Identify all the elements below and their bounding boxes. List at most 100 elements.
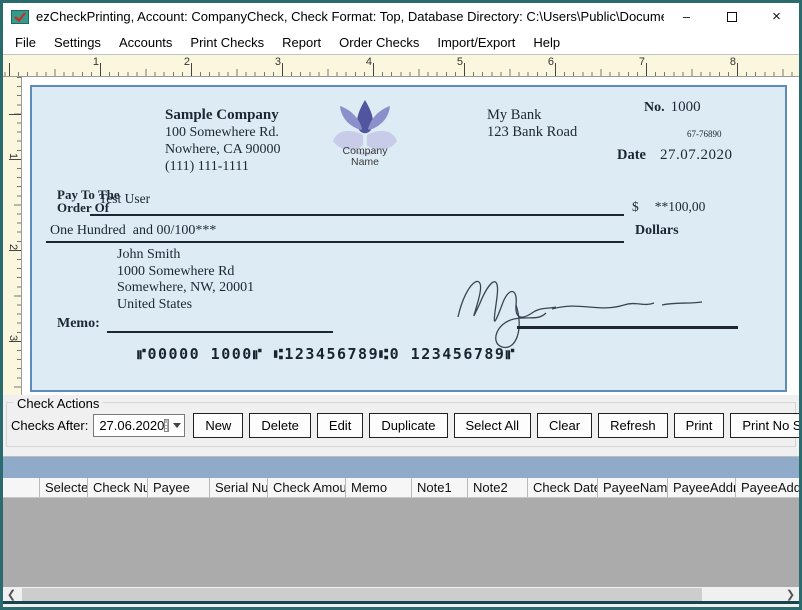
action-button[interactable]: Print — [674, 413, 725, 438]
menu-item[interactable]: File — [6, 32, 45, 53]
bank-address: 123 Bank Road — [487, 124, 577, 141]
company-address1: 100 Somewhere Rd. — [165, 124, 281, 141]
grid-top-band — [3, 456, 799, 478]
grid-column-header[interactable]: Check Amount — [268, 478, 346, 497]
menu-item[interactable]: Report — [273, 32, 330, 53]
action-button[interactable]: New — [193, 413, 243, 438]
menu-item[interactable]: Settings — [45, 32, 110, 53]
scroll-right-icon[interactable]: ❯ — [782, 586, 799, 603]
grid-column-header[interactable]: Note1 — [412, 478, 468, 497]
calendar-icon[interactable] — [164, 419, 169, 432]
company-address2: Nowhere, CA 90000 — [165, 141, 281, 158]
action-buttons: NewDeleteEditDuplicate Select AllClearRef… — [193, 413, 802, 438]
ruler-number: 2 — [5, 240, 19, 254]
check-number-label: No. — [644, 100, 665, 116]
grid-column-header[interactable]: Note2 — [468, 478, 528, 497]
chevron-down-icon[interactable] — [173, 423, 181, 428]
minimize-icon[interactable]: – — [664, 3, 709, 30]
ruler-number: 7 — [629, 56, 645, 68]
bank-name: My Bank — [487, 107, 577, 124]
ruler-number: 3 — [265, 56, 281, 68]
micr-line: ⑈00000 1000⑈ ⑆123456789⑆0 123456789⑈ — [137, 345, 516, 363]
check-preview: Sample Company 100 Somewhere Rd. Nowhere… — [30, 85, 787, 392]
menu-item[interactable]: Accounts — [110, 32, 181, 53]
checks-after-value: 27.06.2020 — [99, 418, 164, 433]
grid-body-empty[interactable] — [3, 498, 799, 587]
app-window: ezCheckPrinting, Account: CompanyCheck, … — [0, 0, 802, 610]
ruler-number: 3 — [5, 331, 19, 345]
ruler-number: 2 — [174, 56, 190, 68]
date-value: 27.07.2020 — [660, 147, 733, 164]
check-number-value: 1000 — [671, 99, 701, 116]
grid-column-header[interactable]: PayeeAddre — [668, 478, 736, 497]
checks-after-date-picker[interactable]: 27.06.2020 — [93, 414, 185, 437]
action-button[interactable]: Edit — [317, 413, 363, 438]
horizontal-ruler: 1 2 3 4 5 6 7 8 — [3, 54, 799, 77]
scrollbar-thumb[interactable] — [22, 588, 702, 601]
vertical-ruler: 1 2 3 — [3, 77, 22, 395]
menu-item[interactable]: Order Checks — [330, 32, 428, 53]
menu-item[interactable]: Print Checks — [181, 32, 273, 53]
menu-bar: FileSettingsAccountsPrint ChecksReportOr… — [3, 30, 799, 54]
title-bar: ezCheckPrinting, Account: CompanyCheck, … — [3, 3, 799, 30]
grid-column-header[interactable]: Payee — [148, 478, 210, 497]
company-address-block: Sample Company 100 Somewhere Rd. Nowhere… — [165, 107, 281, 175]
dollar-sign: $ — [632, 199, 639, 215]
payee-address-line: John Smith — [117, 247, 254, 264]
payee-address-line: Somewhere, NW, 20001 — [117, 280, 254, 297]
memo-underline — [107, 331, 333, 333]
payee-underline — [90, 214, 624, 216]
company-name: Sample Company — [165, 107, 281, 124]
action-button[interactable]: Print No Stubs — [730, 413, 802, 438]
company-logo: Company Name — [332, 97, 398, 171]
grid-column-header[interactable]: Check Nu — [88, 478, 148, 497]
date-label: Date — [617, 147, 646, 164]
logo-text-line2: Name — [351, 156, 379, 168]
ruler-number: 1 — [83, 56, 99, 68]
menu-item[interactable]: Import/Export — [428, 32, 524, 53]
action-button[interactable]: Select All — [454, 413, 531, 438]
signature-underline — [517, 326, 738, 329]
bank-block: My Bank 123 Bank Road — [487, 107, 577, 141]
scroll-left-icon[interactable]: ❮ — [3, 586, 20, 603]
amount-in-words: One Hundred and 00/100*** — [50, 223, 216, 239]
grid-column-header[interactable]: Check Date — [528, 478, 598, 497]
horizontal-scrollbar: ❮ ❯ — [3, 587, 799, 604]
action-row: Checks After: 27.06.2020 NewDeleteEditDu… — [11, 413, 795, 438]
action-button[interactable]: Delete — [249, 413, 311, 438]
grid-column-header[interactable]: Serial Num — [210, 478, 268, 497]
ruler-number: 6 — [538, 56, 554, 68]
grid-column-header[interactable]: PayeeName — [598, 478, 668, 497]
dollars-label: Dollars — [635, 223, 679, 239]
action-button[interactable]: Duplicate — [369, 413, 447, 438]
checks-after-label: Checks After: — [11, 418, 88, 433]
payee-address-block: John Smith1000 Somewhere RdSomewhere, NW… — [117, 247, 254, 313]
window-title: ezCheckPrinting, Account: CompanyCheck, … — [36, 9, 664, 24]
close-icon[interactable]: × — [754, 3, 799, 30]
scrollbar-track[interactable] — [20, 586, 782, 603]
action-button[interactable]: Refresh — [598, 413, 668, 438]
window-controls: – × — [664, 3, 799, 30]
memo-label: Memo: — [57, 316, 100, 332]
grid-column-header[interactable]: Memo — [346, 478, 412, 497]
ruler-number: 1 — [5, 149, 19, 163]
ruler-number: 5 — [447, 56, 463, 68]
maximize-icon[interactable] — [709, 3, 754, 30]
group-label: Check Actions — [13, 396, 103, 411]
grid-column-header[interactable] — [3, 478, 40, 497]
grid-column-header[interactable]: PayeeAddre — [736, 478, 799, 497]
signature-image — [440, 259, 760, 351]
grid-column-header[interactable]: Selected — [40, 478, 88, 497]
check-number-row: No. 1000 — [644, 99, 701, 116]
action-button[interactable]: Clear — [537, 413, 592, 438]
check-workspace: 1 2 3 Sample Company 100 Somewhere Rd. N… — [3, 77, 799, 395]
amount-value: **100,00 — [655, 199, 706, 215]
ruler-number: 8 — [720, 56, 736, 68]
menu-item[interactable]: Help — [524, 32, 569, 53]
ruler-number: 4 — [356, 56, 372, 68]
company-phone: (111) 111-1111 — [165, 158, 281, 175]
app-icon — [11, 10, 29, 24]
bank-fraction: 67-76890 — [687, 129, 722, 139]
grid-header-row: SelectedCheck NuPayeeSerial NumCheck Amo… — [3, 478, 799, 498]
check-actions-panel: Check Actions Checks After: 27.06.2020 N… — [3, 395, 799, 450]
